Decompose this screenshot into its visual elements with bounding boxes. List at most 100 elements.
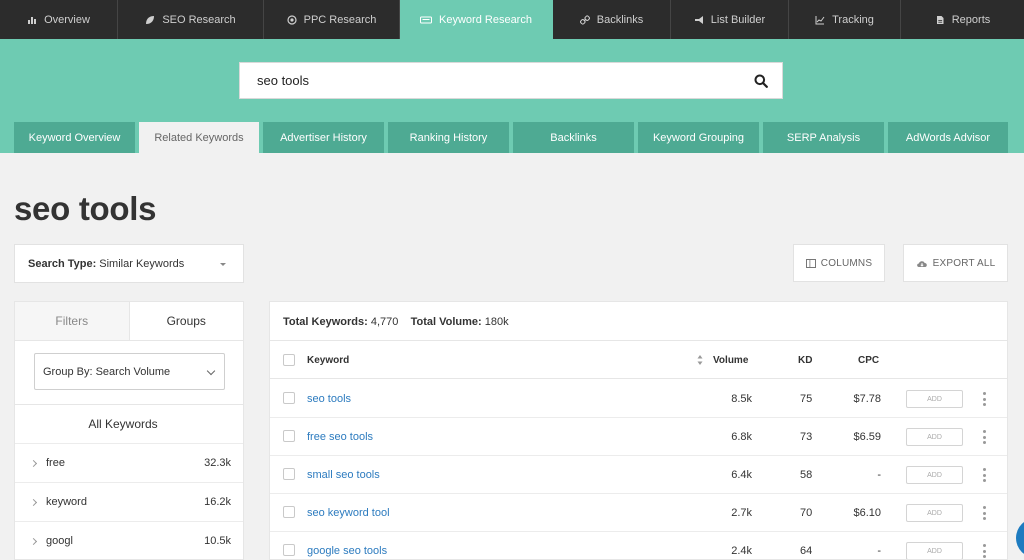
add-button[interactable]: ADD [906,390,963,408]
group-by-select[interactable]: Group By: Search Volume [34,353,225,390]
columns-button[interactable]: COLUMNS [793,244,885,282]
keyword-link[interactable]: seo keyword tool [307,507,390,519]
keyword-link[interactable]: free seo tools [307,431,373,443]
chat-widget-button[interactable] [1016,518,1024,558]
nav-item-backlinks[interactable]: Backlinks [553,0,671,39]
row-checkbox[interactable] [283,392,295,404]
tab-groups[interactable]: Groups [128,302,243,340]
column-header-keyword[interactable]: Keyword [307,355,349,366]
tab-label: SERP Analysis [786,131,861,144]
link-icon [579,14,590,25]
search-button[interactable] [740,63,782,98]
nav-label: Keyword Research [439,13,532,26]
kd-value: 64 [800,545,813,557]
table-row: seo keyword tool 2.7k 70 $6.10 ADD [270,494,1007,532]
tab-label: Related Keywords [154,131,244,144]
all-keywords-link[interactable]: All Keywords [15,417,231,431]
groups-panel: Filters Groups Group By: Search Volume A… [14,301,244,560]
volume-value: 8.5k [731,393,752,405]
target-icon [287,14,297,25]
tab-keyword-grouping[interactable]: Keyword Grouping [638,122,759,153]
tab-label: Ranking History [409,131,488,144]
search-type-value: Similar Keywords [99,257,185,270]
nav-item-overview[interactable]: Overview [0,0,118,39]
nav-label: Reports [951,13,991,26]
tab-serp-analysis[interactable]: SERP Analysis [763,122,884,153]
tab-backlinks[interactable]: Backlinks [513,122,634,153]
table-header: Keyword Volume KD CPC [270,340,1007,379]
tab-advertiser-history[interactable]: Advertiser History [263,122,384,153]
column-header-kd[interactable]: KD [798,355,812,366]
more-options-icon[interactable] [983,430,987,444]
tab-label: Filters [55,314,89,328]
more-options-icon[interactable] [983,392,987,406]
sort-icon[interactable] [697,354,703,366]
keywords-table: Total Keywords: 4,770 Total Volume: 180k… [269,301,1008,560]
table-row: seo tools 8.5k 75 $7.78 ADD [270,380,1007,418]
nav-item-reports[interactable]: Reports [901,0,1024,39]
more-options-icon[interactable] [983,544,987,558]
table-row: small seo tools 6.4k 58 - ADD [270,456,1007,494]
group-count: 32.3k [204,457,231,469]
chevron-right-icon [29,498,38,506]
nav-label: Backlinks [596,13,644,26]
nav-item-seo-research[interactable]: SEO Research [118,0,264,39]
cpc-value: - [877,469,881,481]
export-all-button[interactable]: EXPORT ALL [903,244,1008,282]
row-checkbox[interactable] [283,506,295,518]
add-button[interactable]: ADD [906,466,963,484]
table-row: google seo tools 2.4k 64 - ADD [270,532,1007,559]
search-type-label: Search Type: [28,257,97,270]
add-button[interactable]: ADD [906,504,963,522]
volume-value: 6.4k [731,469,752,481]
add-button[interactable]: ADD [906,428,963,446]
row-checkbox[interactable] [283,544,295,556]
nav-item-tracking[interactable]: Tracking [789,0,901,39]
table-row: free seo tools 6.8k 73 $6.59 ADD [270,418,1007,456]
nav-label: Tracking [832,13,874,26]
tab-label: Backlinks [550,131,597,144]
kd-value: 58 [800,469,813,481]
search-bar[interactable]: seo tools [239,62,783,99]
keyword-link[interactable]: small seo tools [307,469,380,481]
group-row[interactable]: keyword 16.2k [15,482,243,521]
volume-value: 2.4k [731,545,752,557]
column-header-volume[interactable]: Volume [713,355,748,366]
group-name: googl [46,535,73,547]
columns-label: COLUMNS [820,257,873,269]
search-input[interactable]: seo tools [240,73,740,88]
tab-keyword-overview[interactable]: Keyword Overview [14,122,135,153]
nav-item-keyword-research[interactable]: Keyword Research [400,0,553,39]
row-checkbox[interactable] [283,430,295,442]
more-options-icon[interactable] [983,468,987,482]
keyboard-icon [420,16,433,23]
search-type-dropdown[interactable]: Search Type: Similar Keywords [14,244,244,283]
megaphone-icon [694,15,703,24]
caret-down-icon [220,263,226,266]
more-options-icon[interactable] [983,506,987,520]
tab-adwords-advisor[interactable]: AdWords Advisor [888,122,1008,153]
nav-label: SEO Research [162,13,236,26]
kd-value: 70 [800,507,813,519]
group-row[interactable]: free 32.3k [15,443,243,482]
tab-filters[interactable]: Filters [15,302,129,340]
cpc-value: $6.10 [853,507,881,519]
page-title: seo tools [14,190,157,227]
line-chart-icon [815,15,825,24]
add-button[interactable]: ADD [906,542,963,559]
keyword-link[interactable]: google seo tools [307,545,387,557]
nav-item-ppc-research[interactable]: PPC Research [264,0,400,39]
keyword-link[interactable]: seo tools [307,393,351,405]
cloud-download-icon [916,260,927,267]
row-checkbox[interactable] [283,468,295,480]
group-count: 16.2k [204,496,231,508]
cpc-value: $6.59 [853,431,881,443]
group-row[interactable]: googl 10.5k [15,521,243,560]
tab-ranking-history[interactable]: Ranking History [388,122,509,153]
bar-chart-icon [28,16,37,24]
column-header-cpc[interactable]: CPC [858,355,879,366]
select-all-checkbox[interactable] [283,354,295,366]
nav-item-list-builder[interactable]: List Builder [671,0,789,39]
tab-related-keywords[interactable]: Related Keywords [139,122,259,153]
total-keywords-label: Total Keywords: [283,316,368,328]
